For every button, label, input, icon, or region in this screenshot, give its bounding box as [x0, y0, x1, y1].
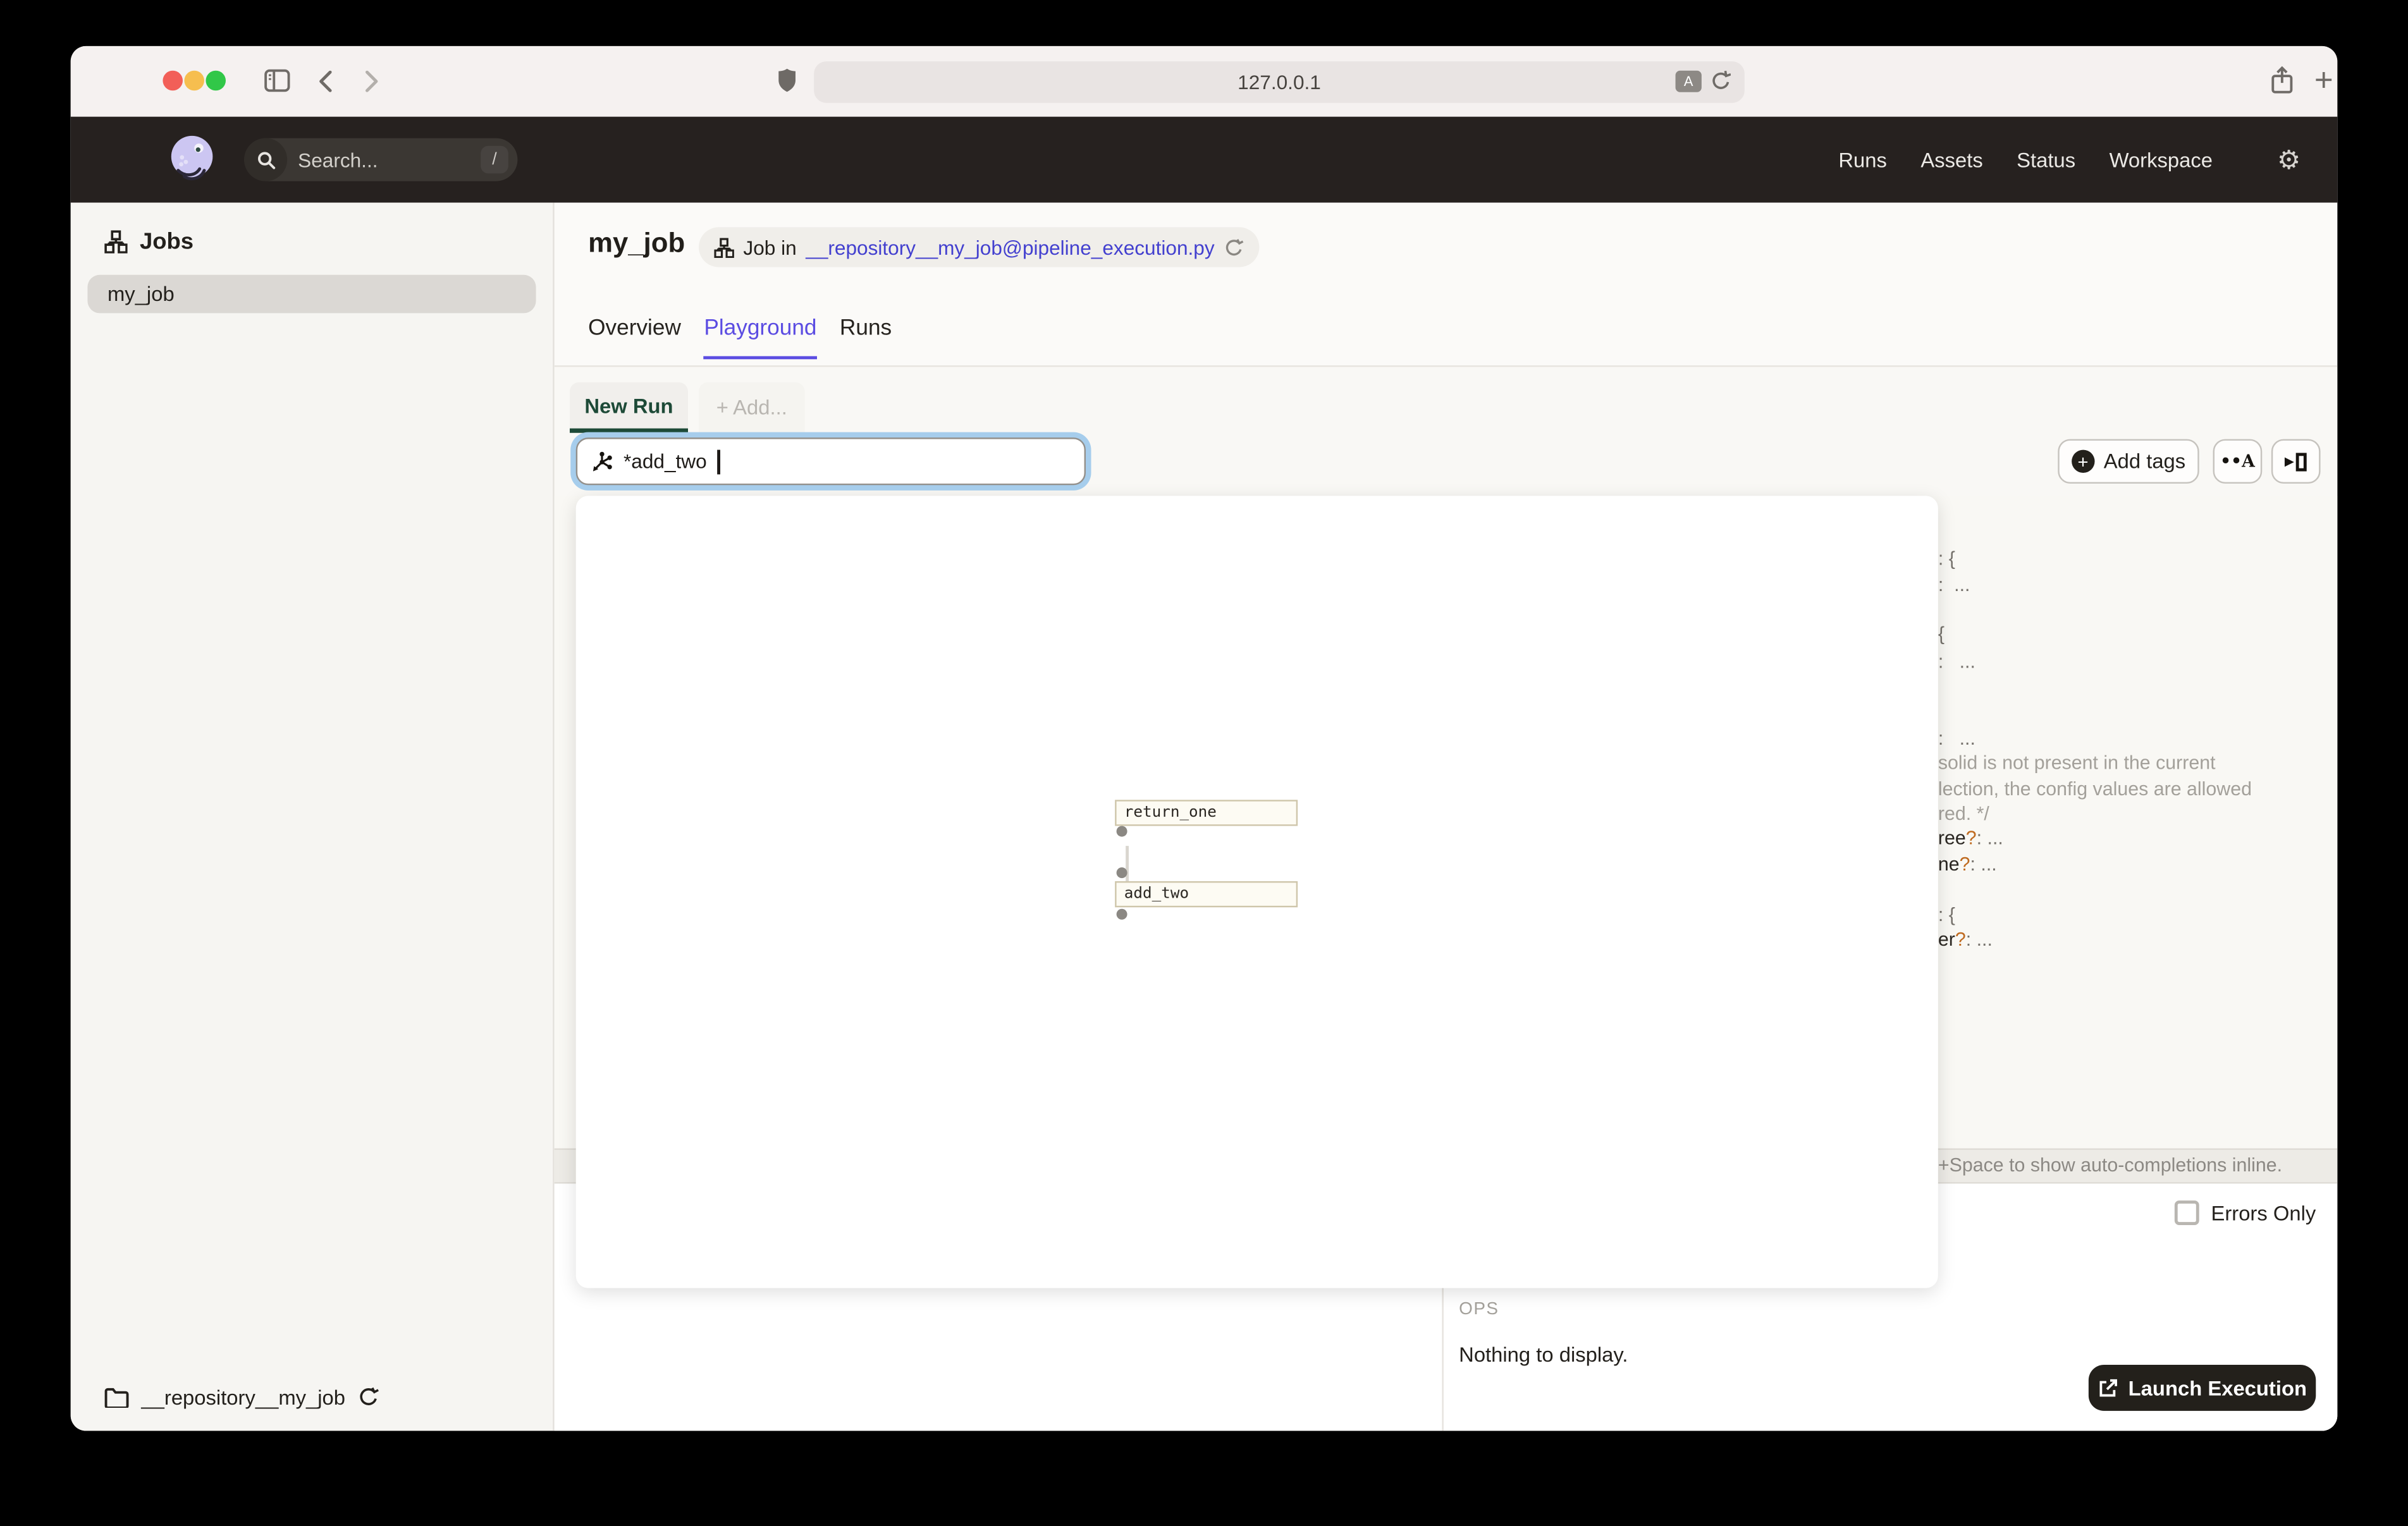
close-window-button[interactable] [163, 70, 183, 91]
zoom-window-button[interactable] [206, 70, 226, 91]
browser-window: 127.0.0.1 A + Search... / Runs Assets St… [70, 46, 2338, 1431]
sidebar-title: Jobs [139, 228, 194, 255]
op-graph-icon [593, 451, 612, 471]
tab-overview[interactable]: Overview [588, 316, 681, 359]
breadcrumb-prefix: Job in [743, 235, 797, 259]
header-nav: Runs Assets Status Workspace ⚙ [1838, 147, 2300, 173]
run-tab-add[interactable]: + Add... [698, 382, 805, 433]
ops-empty-message: Nothing to display. [1459, 1343, 1628, 1367]
minimize-window-button[interactable] [184, 70, 204, 91]
input-port [1116, 867, 1127, 879]
reload-icon[interactable] [1711, 69, 1731, 92]
new-tab-icon[interactable]: + [2314, 64, 2333, 97]
output-port [1116, 826, 1127, 837]
reload-repo-icon[interactable] [357, 1386, 379, 1408]
launch-icon [2099, 1378, 2117, 1396]
code-line: ne?: ... [1938, 853, 1997, 876]
op-selector-value: *add_two [623, 449, 707, 473]
shield-icon [777, 68, 797, 94]
jobs-icon [104, 230, 128, 253]
breadcrumb-repo-link[interactable]: __repository__my_job@pipeline_execution.… [806, 236, 1214, 259]
nav-workspace[interactable]: Workspace [2110, 148, 2213, 171]
share-icon[interactable] [2270, 66, 2294, 95]
ops-header: OPS [1459, 1300, 1499, 1319]
main-panel: my_job Job in __repository__my_job@pipel… [554, 202, 2338, 1431]
search-icon [244, 138, 288, 181]
expand-panel-button[interactable]: ▶ [2271, 439, 2321, 484]
job-icon [714, 237, 734, 257]
errors-only-label: Errors Only [2211, 1201, 2316, 1224]
code-line: ree?: ... [1938, 827, 2003, 849]
code-line: solid is not present in the current [1938, 752, 2216, 774]
code-line: lection, the config values are allowed [1938, 778, 2252, 800]
run-tab-new-run[interactable]: New Run [569, 382, 688, 433]
code-line: : { [1938, 904, 1955, 926]
app-header: Search... / Runs Assets Status Workspace… [70, 116, 2338, 203]
url-text: 127.0.0.1 [1238, 70, 1321, 94]
op-selector-input[interactable]: *add_two [575, 437, 1086, 485]
autocomplete-button[interactable]: ••A [2213, 439, 2263, 484]
play-icon: ▶ [2284, 453, 2294, 468]
code-line: er?: ... [1938, 929, 1993, 951]
folder-icon [104, 1387, 129, 1407]
search-shortcut-badge: / [481, 145, 508, 174]
screenshot-root: 127.0.0.1 A + Search... / Runs Assets St… [0, 0, 2408, 1526]
jobs-sidebar: Jobs my_job __repository__my_job [70, 202, 555, 1431]
op-node-return-one[interactable]: return_one [1115, 800, 1298, 826]
plus-icon: + [2071, 449, 2095, 473]
nav-assets[interactable]: Assets [1920, 148, 1982, 171]
errors-only-checkbox[interactable] [2174, 1200, 2199, 1225]
search-input[interactable]: Search... / [244, 138, 518, 181]
tab-playground[interactable]: Playground [704, 316, 817, 360]
back-icon[interactable] [318, 70, 333, 92]
errors-only-control[interactable]: Errors Only [2174, 1200, 2316, 1225]
launch-execution-button[interactable]: Launch Execution [2088, 1364, 2316, 1411]
text-cursor [717, 449, 720, 474]
playground-panel: New Run + Add... *add_two + Add tags ••A… [554, 367, 2338, 1431]
autocomplete-hint: +Space to show auto-completions inline. [1938, 1154, 2283, 1176]
add-tags-button[interactable]: + Add tags [2058, 439, 2199, 484]
breadcrumb: Job in __repository__my_job@pipeline_exe… [698, 227, 1260, 267]
op-node-add-two[interactable]: add_two [1115, 881, 1298, 908]
job-tabs: Overview Playground Runs [588, 316, 892, 360]
gear-icon[interactable]: ⚙ [2277, 147, 2300, 173]
code-line: { [1938, 623, 1945, 645]
repository-footer[interactable]: __repository__my_job [71, 1364, 553, 1431]
nav-status[interactable]: Status [2017, 148, 2075, 171]
code-line: : ... [1938, 650, 1975, 673]
nav-runs[interactable]: Runs [1838, 148, 1887, 171]
search-placeholder: Search... [298, 148, 378, 171]
panel-icon [2296, 452, 2307, 471]
forward-icon[interactable] [364, 70, 379, 92]
page-title: my_job [588, 227, 685, 258]
sidebar-toggle-icon[interactable] [264, 69, 290, 92]
code-line: red. */ [1938, 803, 1989, 825]
repository-name: __repository__my_job [141, 1385, 346, 1409]
code-line: : { [1938, 547, 1955, 570]
browser-toolbar: 127.0.0.1 A + [70, 46, 2338, 117]
dagster-logo-icon[interactable] [166, 132, 221, 187]
dependency-edge [1126, 846, 1129, 886]
refresh-icon[interactable] [1224, 237, 1244, 257]
op-graph-canvas[interactable]: return_one add_two [575, 496, 1938, 1288]
translate-icon[interactable]: A [1675, 70, 1702, 92]
code-line: : ... [1938, 728, 1975, 750]
sidebar-item-my-job[interactable]: my_job [87, 274, 536, 314]
code-line: : ... [1938, 574, 1970, 596]
tab-runs[interactable]: Runs [840, 316, 892, 359]
output-port [1116, 908, 1127, 920]
address-bar[interactable]: 127.0.0.1 A [814, 61, 1745, 103]
